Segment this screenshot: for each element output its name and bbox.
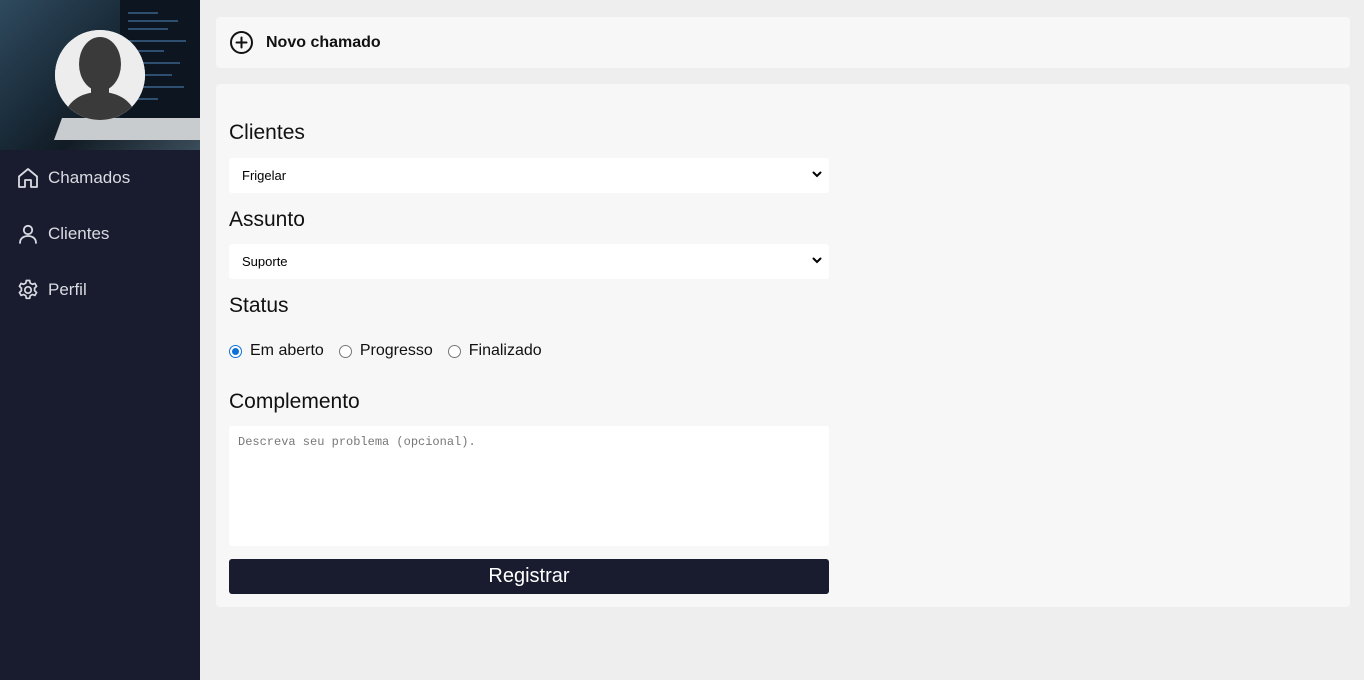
- status-label: Status: [229, 294, 289, 317]
- chevron-down-icon: [811, 168, 823, 183]
- registrar-button[interactable]: Registrar: [229, 559, 829, 594]
- radio-label: Finalizado: [468, 342, 542, 359]
- radio-label: Em aberto: [250, 342, 324, 359]
- clientes-label: Clientes: [229, 121, 305, 144]
- radio-button[interactable]: [229, 344, 242, 358]
- sidebar-item-label: Clientes: [48, 224, 110, 243]
- radio-label: Progresso: [359, 342, 433, 359]
- gear-icon: [16, 278, 40, 302]
- status-radio-group: Em aberto Progresso Finalizado: [229, 342, 557, 360]
- status-radio-finalizado[interactable]: Finalizado: [447, 342, 542, 360]
- ticket-form: Clientes Frigelar Assunto Suporte Status…: [216, 84, 1350, 607]
- user-icon: [16, 222, 40, 246]
- home-icon: [16, 166, 40, 190]
- banner-laptop-base: [53, 118, 200, 140]
- status-radio-em-aberto[interactable]: Em aberto: [229, 342, 324, 360]
- page-header: Novo chamado: [216, 17, 1350, 68]
- sidebar-item-label: Perfil: [48, 280, 87, 299]
- complemento-textarea[interactable]: Descreva seu problema (opcional).: [229, 426, 829, 546]
- sidebar-item-label: Chamados: [48, 168, 131, 187]
- sidebar-item-perfil[interactable]: Perfil: [0, 262, 200, 318]
- avatar-silhouette-icon: [55, 30, 145, 120]
- assunto-label: Assunto: [229, 208, 305, 231]
- radio-button[interactable]: [447, 344, 461, 358]
- profile-banner: [0, 0, 200, 150]
- sidebar: Chamados Clientes Perfil: [0, 0, 200, 680]
- page-title: Novo chamado: [266, 33, 381, 51]
- plus-circle-icon: [229, 30, 254, 55]
- clientes-select-value: Frigelar: [242, 168, 287, 183]
- sidebar-nav: Chamados Clientes Perfil: [0, 150, 200, 318]
- assunto-select-value: Suporte: [242, 254, 288, 269]
- clientes-select[interactable]: Frigelar: [229, 158, 829, 193]
- sidebar-item-chamados[interactable]: Chamados: [0, 150, 200, 206]
- radio-button[interactable]: [338, 344, 352, 358]
- assunto-select[interactable]: Suporte: [229, 244, 829, 279]
- sidebar-item-clientes[interactable]: Clientes: [0, 206, 200, 262]
- status-radio-progresso[interactable]: Progresso: [338, 342, 433, 360]
- chevron-down-icon: [811, 254, 823, 269]
- avatar[interactable]: [55, 30, 145, 120]
- complemento-label: Complemento: [229, 390, 360, 413]
